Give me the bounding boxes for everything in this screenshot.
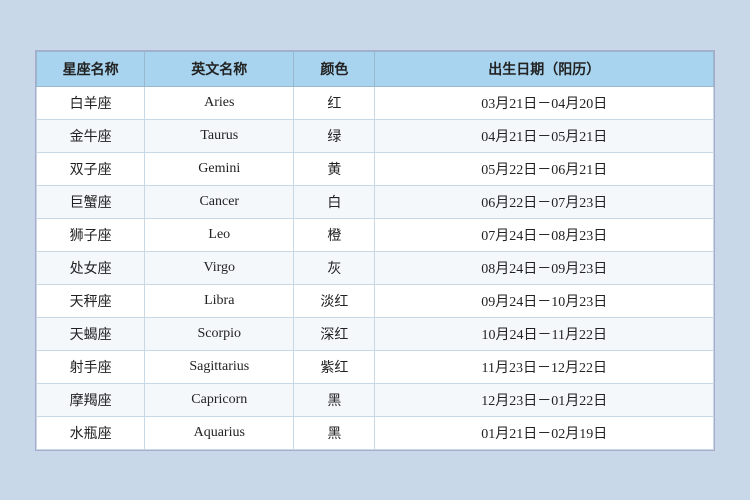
cell-date: 10月24日－11月22日 — [375, 317, 714, 350]
cell-chinese: 摩羯座 — [37, 383, 145, 416]
cell-english: Taurus — [145, 119, 294, 152]
table-row: 天蝎座Scorpio深红10月24日－11月22日 — [37, 317, 714, 350]
cell-color: 红 — [294, 86, 375, 119]
table-row: 射手座Sagittarius紫红11月23日－12月22日 — [37, 350, 714, 383]
cell-english: Aquarius — [145, 416, 294, 449]
cell-english: Scorpio — [145, 317, 294, 350]
table-row: 天秤座Libra淡红09月24日－10月23日 — [37, 284, 714, 317]
cell-english: Sagittarius — [145, 350, 294, 383]
cell-color: 淡红 — [294, 284, 375, 317]
header-chinese: 星座名称 — [37, 51, 145, 86]
cell-chinese: 水瓶座 — [37, 416, 145, 449]
cell-english: Libra — [145, 284, 294, 317]
cell-date: 07月24日－08月23日 — [375, 218, 714, 251]
cell-chinese: 射手座 — [37, 350, 145, 383]
cell-date: 01月21日－02月19日 — [375, 416, 714, 449]
table-row: 巨蟹座Cancer白06月22日－07月23日 — [37, 185, 714, 218]
cell-chinese: 巨蟹座 — [37, 185, 145, 218]
cell-date: 05月22日－06月21日 — [375, 152, 714, 185]
cell-color: 黑 — [294, 383, 375, 416]
cell-date: 06月22日－07月23日 — [375, 185, 714, 218]
cell-date: 09月24日－10月23日 — [375, 284, 714, 317]
cell-date: 03月21日－04月20日 — [375, 86, 714, 119]
cell-chinese: 天秤座 — [37, 284, 145, 317]
cell-color: 灰 — [294, 251, 375, 284]
table-row: 金牛座Taurus绿04月21日－05月21日 — [37, 119, 714, 152]
cell-color: 黄 — [294, 152, 375, 185]
cell-color: 深红 — [294, 317, 375, 350]
table-row: 处女座Virgo灰08月24日－09月23日 — [37, 251, 714, 284]
cell-date: 11月23日－12月22日 — [375, 350, 714, 383]
cell-color: 紫红 — [294, 350, 375, 383]
zodiac-table: 星座名称 英文名称 颜色 出生日期（阳历） 白羊座Aries红03月21日－04… — [36, 51, 714, 450]
table-body: 白羊座Aries红03月21日－04月20日金牛座Taurus绿04月21日－0… — [37, 86, 714, 449]
header-color: 颜色 — [294, 51, 375, 86]
cell-english: Aries — [145, 86, 294, 119]
cell-english: Capricorn — [145, 383, 294, 416]
cell-color: 橙 — [294, 218, 375, 251]
cell-color: 白 — [294, 185, 375, 218]
header-date: 出生日期（阳历） — [375, 51, 714, 86]
cell-chinese: 处女座 — [37, 251, 145, 284]
cell-english: Gemini — [145, 152, 294, 185]
cell-color: 黑 — [294, 416, 375, 449]
cell-date: 08月24日－09月23日 — [375, 251, 714, 284]
cell-date: 12月23日－01月22日 — [375, 383, 714, 416]
cell-chinese: 金牛座 — [37, 119, 145, 152]
cell-chinese: 双子座 — [37, 152, 145, 185]
table-row: 摩羯座Capricorn黑12月23日－01月22日 — [37, 383, 714, 416]
zodiac-table-wrapper: 星座名称 英文名称 颜色 出生日期（阳历） 白羊座Aries红03月21日－04… — [35, 50, 715, 451]
cell-color: 绿 — [294, 119, 375, 152]
table-row: 水瓶座Aquarius黑01月21日－02月19日 — [37, 416, 714, 449]
cell-chinese: 白羊座 — [37, 86, 145, 119]
cell-date: 04月21日－05月21日 — [375, 119, 714, 152]
cell-chinese: 狮子座 — [37, 218, 145, 251]
table-row: 白羊座Aries红03月21日－04月20日 — [37, 86, 714, 119]
cell-english: Leo — [145, 218, 294, 251]
cell-chinese: 天蝎座 — [37, 317, 145, 350]
table-row: 双子座Gemini黄05月22日－06月21日 — [37, 152, 714, 185]
table-row: 狮子座Leo橙07月24日－08月23日 — [37, 218, 714, 251]
cell-english: Virgo — [145, 251, 294, 284]
table-header-row: 星座名称 英文名称 颜色 出生日期（阳历） — [37, 51, 714, 86]
header-english: 英文名称 — [145, 51, 294, 86]
cell-english: Cancer — [145, 185, 294, 218]
